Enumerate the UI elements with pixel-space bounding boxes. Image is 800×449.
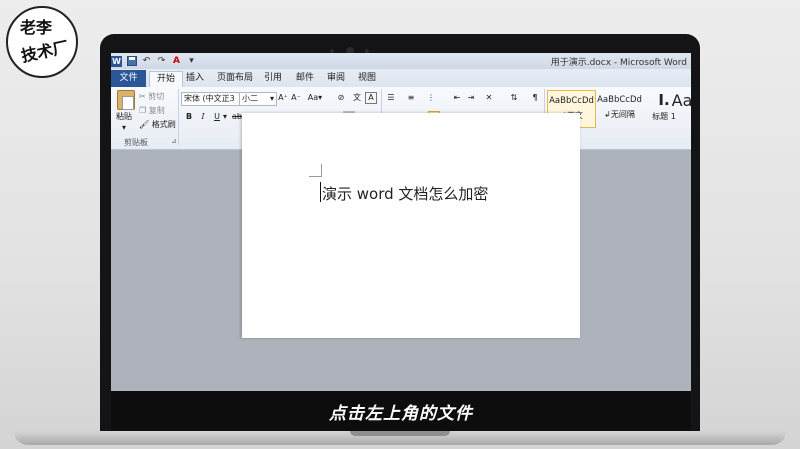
- clipboard-launcher-icon[interactable]: ⊿: [171, 137, 177, 145]
- clipboard-group-label: 剪贴板: [124, 138, 148, 147]
- bullets-icon[interactable]: ☰: [385, 92, 397, 104]
- style-heading-2[interactable]: Aa: [667, 90, 691, 126]
- title-bar: W ↶ ↷ A ▾ 用于演示.docx - Microsoft Word: [111, 53, 691, 69]
- document-title: 用于演示.docx - Microsoft Word: [550, 58, 687, 68]
- group-divider: [178, 89, 179, 145]
- font-size-select[interactable]: 小二 ▾: [239, 92, 277, 106]
- video-subtitle: 点击左上角的文件: [329, 404, 473, 424]
- clear-format-icon[interactable]: ⊘: [335, 92, 347, 104]
- chevron-down-icon: ▾: [269, 94, 274, 103]
- format-painter-button[interactable]: 🖌 格式刷: [139, 119, 176, 130]
- logo-line2: 技术厂: [19, 37, 71, 66]
- tab-home[interactable]: 开始: [149, 71, 184, 87]
- copy-icon: ❐: [139, 106, 149, 115]
- tab-file[interactable]: 文件: [111, 70, 146, 87]
- document-body-text[interactable]: 演示 word 文档怎么加密: [322, 183, 488, 204]
- decrease-indent-icon[interactable]: ⇤: [451, 92, 463, 104]
- sort-icon[interactable]: ⇅: [508, 92, 520, 104]
- paste-button[interactable]: 粘贴: [116, 111, 132, 122]
- italic-icon[interactable]: I: [197, 111, 209, 123]
- numbering-icon[interactable]: ≡: [405, 92, 417, 104]
- laptop-notch: [350, 431, 450, 436]
- cut-icon: ✂: [139, 92, 149, 101]
- multilevel-list-icon[interactable]: ⋮: [425, 92, 437, 104]
- text-caret: [320, 182, 321, 202]
- font-family-select[interactable]: 宋体 (中文正3: [181, 92, 241, 106]
- format-painter-icon: 🖌: [139, 120, 152, 129]
- tab-references[interactable]: 引用: [264, 71, 282, 86]
- save-icon[interactable]: [126, 55, 137, 67]
- increase-indent-icon[interactable]: ⇥: [465, 92, 477, 104]
- character-border-icon[interactable]: A: [365, 92, 377, 104]
- style-heading-2-preview: Aa: [671, 91, 691, 110]
- shrink-font-icon[interactable]: A⁻: [290, 92, 302, 104]
- change-case-icon[interactable]: Aa▾: [307, 92, 323, 104]
- underline-dropdown-icon[interactable]: ▾: [222, 111, 228, 123]
- tab-view[interactable]: 视图: [358, 71, 376, 86]
- style-normal-preview: AaBbCcDd: [549, 96, 594, 106]
- word-app-icon[interactable]: W: [111, 55, 122, 67]
- chinese-layout-icon[interactable]: ✕: [483, 92, 495, 104]
- logo-line1: 老李: [20, 18, 53, 37]
- quick-access-toolbar: W ↶ ↷ A ▾: [111, 54, 197, 68]
- channel-logo: 老李 技术厂: [6, 6, 78, 78]
- copy-button[interactable]: ❐ 复制: [139, 105, 165, 116]
- cut-button[interactable]: ✂ 剪切: [139, 91, 164, 102]
- grow-font-icon[interactable]: A⁺: [277, 92, 289, 104]
- format-painter-label: 格式刷: [151, 120, 176, 129]
- tab-insert[interactable]: 插入: [186, 71, 204, 86]
- redo-icon[interactable]: ↷: [156, 56, 167, 67]
- paste-dropdown-icon[interactable]: ▾: [122, 123, 126, 132]
- font-size-value: 小二: [242, 94, 258, 103]
- font-color-qat-icon[interactable]: A: [171, 56, 182, 67]
- bold-icon[interactable]: B: [183, 111, 195, 123]
- style-no-spacing-name: ↲无间隔: [604, 110, 635, 119]
- document-page[interactable]: [242, 113, 580, 338]
- show-marks-icon[interactable]: ¶: [529, 92, 541, 104]
- style-no-spacing[interactable]: AaBbCcDd ↲无间隔: [596, 90, 643, 126]
- margin-corner-mark: [309, 164, 322, 177]
- tab-page-layout[interactable]: 页面布局: [217, 71, 253, 86]
- undo-icon[interactable]: ↶: [141, 56, 152, 67]
- copy-label: 复制: [148, 106, 165, 115]
- ribbon-tabs: 文件 开始 插入 页面布局 引用 邮件 审阅 视图: [111, 69, 691, 88]
- style-no-spacing-preview: AaBbCcDd: [597, 95, 642, 105]
- cut-label: 剪切: [148, 92, 165, 101]
- customize-qat-icon[interactable]: ▾: [186, 56, 197, 67]
- tab-mailings[interactable]: 邮件: [296, 71, 314, 86]
- paste-icon[interactable]: [117, 90, 135, 110]
- font-family-value: 宋体 (中文正3: [184, 94, 235, 103]
- tab-review[interactable]: 审阅: [327, 71, 345, 86]
- phonetic-guide-icon[interactable]: 文: [351, 92, 363, 104]
